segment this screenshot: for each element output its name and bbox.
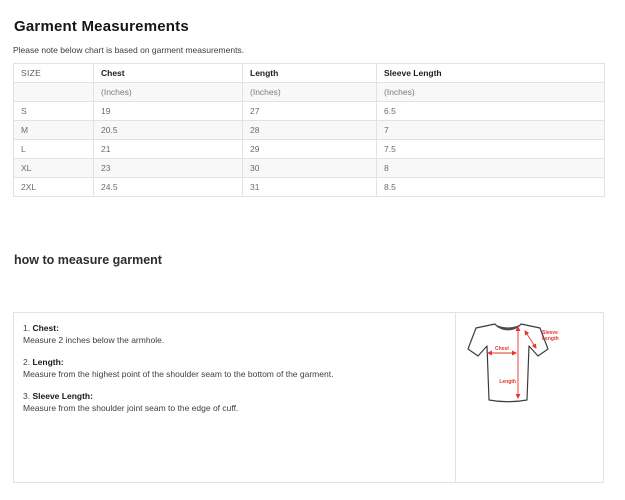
cell-chest: 21 <box>94 140 243 159</box>
column-header-size: SIZE <box>14 64 94 83</box>
tshirt-outline <box>468 324 548 402</box>
measure-instructions-panel: 1. Chest: Measure 2 inches below the arm… <box>13 312 456 483</box>
units-cell-empty <box>14 83 94 102</box>
cell-sleeve-length: 8 <box>377 159 605 178</box>
cell-size: M <box>14 121 94 140</box>
cell-length: 31 <box>243 178 377 197</box>
cell-sleeve-length: 7 <box>377 121 605 140</box>
tshirt-diagram-image: Chest Length Sleeve Length <box>464 319 576 405</box>
cell-chest: 24.5 <box>94 178 243 197</box>
length-label: Length <box>499 379 516 385</box>
step-number: 3. <box>23 391 30 401</box>
cell-length: 29 <box>243 140 377 159</box>
step-number: 2. <box>23 357 30 367</box>
cell-length: 30 <box>243 159 377 178</box>
table-row-m: M 20.5 28 7 <box>14 121 605 140</box>
size-chart-table: SIZE Chest Length Sleeve Length (Inches)… <box>13 63 605 197</box>
measure-diagram-panel: Chest Length Sleeve Length <box>456 312 604 483</box>
cell-size: L <box>14 140 94 159</box>
table-row-l: L 21 29 7.5 <box>14 140 605 159</box>
cell-sleeve-length: 6.5 <box>377 102 605 121</box>
table-row-xl: XL 23 30 8 <box>14 159 605 178</box>
how-to-measure-section: 1. Chest: Measure 2 inches below the arm… <box>13 312 604 483</box>
step-number: 1. <box>23 323 30 333</box>
step-label: 2. Length: <box>23 356 446 368</box>
column-header-length: Length <box>243 64 377 83</box>
column-header-chest: Chest <box>94 64 243 83</box>
cell-size: XL <box>14 159 94 178</box>
units-cell: (Inches) <box>377 83 605 102</box>
how-to-measure-heading: how to measure garment <box>14 253 604 267</box>
table-row-2xl: 2XL 24.5 31 8.5 <box>14 178 605 197</box>
chest-label: Chest <box>495 346 509 352</box>
step-label: 1. Chest: <box>23 322 446 334</box>
step-term: Length: <box>32 357 63 367</box>
cell-chest: 20.5 <box>94 121 243 140</box>
cell-length: 27 <box>243 102 377 121</box>
step-term: Chest: <box>32 323 58 333</box>
units-cell: (Inches) <box>243 83 377 102</box>
size-chart-units-row: (Inches) (Inches) (Inches) <box>14 83 605 102</box>
page-title: Garment Measurements <box>14 18 604 35</box>
step-text: Measure 2 inches below the armhole. <box>23 334 446 346</box>
step-label: 3. Sleeve Length: <box>23 390 446 402</box>
sleeve-length-label-line2: Length <box>542 336 559 342</box>
step-text: Measure from the highest point of the sh… <box>23 368 446 380</box>
cell-chest: 23 <box>94 159 243 178</box>
step-text: Measure from the shoulder joint seam to … <box>23 402 446 414</box>
cell-chest: 19 <box>94 102 243 121</box>
size-guide-page: Garment Measurements Please note below c… <box>13 0 604 483</box>
table-row-s: S 19 27 6.5 <box>14 102 605 121</box>
units-cell: (Inches) <box>94 83 243 102</box>
cell-sleeve-length: 7.5 <box>377 140 605 159</box>
measurement-note: Please note below chart is based on garm… <box>13 45 604 55</box>
cell-size: 2XL <box>14 178 94 197</box>
cell-size: S <box>14 102 94 121</box>
column-header-sleeve-length: Sleeve Length <box>377 64 605 83</box>
size-chart-header-row: SIZE Chest Length Sleeve Length <box>14 64 605 83</box>
step-term: Sleeve Length: <box>32 391 92 401</box>
cell-sleeve-length: 8.5 <box>377 178 605 197</box>
cell-length: 28 <box>243 121 377 140</box>
